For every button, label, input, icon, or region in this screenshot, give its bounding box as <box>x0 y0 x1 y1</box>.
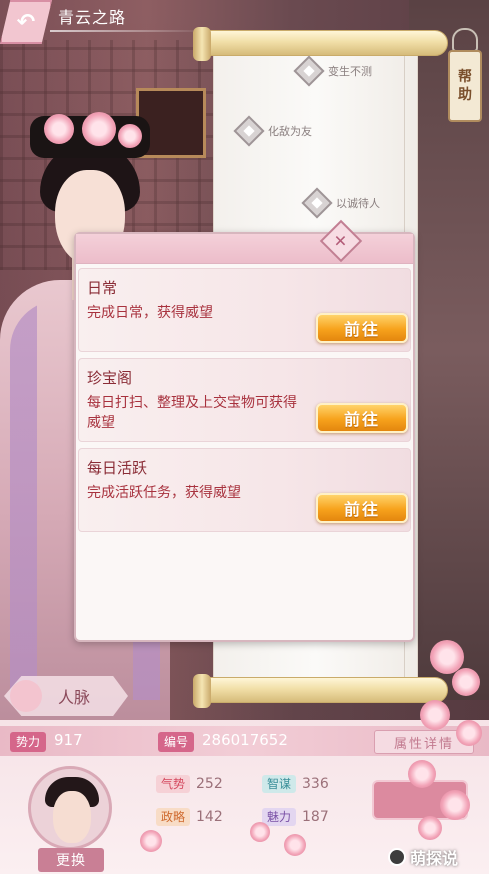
close-button[interactable]: ✕ <box>319 219 363 263</box>
wisdom-icon: 智谋 <box>262 775 297 793</box>
path-node-label: 变生不测 <box>328 65 372 78</box>
task-description: 完成日常，获得威望 <box>87 305 213 321</box>
attribute-wisdom: 智谋 336 <box>262 775 329 793</box>
path-node[interactable]: 变生不测 <box>293 55 372 87</box>
politics-icon: 政略 <box>156 808 191 826</box>
node-diamond-icon <box>301 187 333 219</box>
attribute-charm: 魅力 187 <box>262 808 329 826</box>
node-diamond-icon <box>233 115 265 147</box>
scroll-rod-end <box>193 27 211 61</box>
attribute-politics: 政略 142 <box>156 808 223 826</box>
page-title: 青云之路 <box>58 8 127 27</box>
relations-label: 人脉 <box>58 688 91 707</box>
task-item-daily: 日常 完成日常，获得威望 前往 <box>78 268 411 352</box>
task-item-treasure: 珍宝阁 每日打扫、整理及上交宝物可获得威望 前往 <box>78 358 411 442</box>
blossom-icon <box>250 822 270 842</box>
scroll-rod-top <box>193 27 448 61</box>
attribute-value: 252 <box>196 776 223 792</box>
id-value: 286017652 <box>202 731 288 749</box>
attribute-value: 142 <box>196 809 223 825</box>
scroll-rod-end <box>193 674 211 708</box>
headdress-flower-icon <box>82 112 116 146</box>
blossom-icon <box>284 834 306 856</box>
headdress-flower-icon <box>118 124 142 148</box>
task-title: 日常 <box>87 279 118 297</box>
back-button[interactable]: ↶ <box>0 0 52 44</box>
scroll-rod-bottom <box>193 674 448 708</box>
blossom-icon <box>452 668 480 696</box>
blossom-icon <box>420 700 450 730</box>
task-description: 每日打扫、整理及上交宝物可获得威望 <box>87 395 297 431</box>
path-node[interactable]: 化敌为友 <box>233 115 312 147</box>
path-node-label: 化敌为友 <box>268 125 312 138</box>
help-label-bottom: 助 <box>458 87 472 103</box>
change-avatar-button[interactable]: 更换 <box>38 848 104 872</box>
task-item-activity: 每日活跃 完成活跃任务，获得威望 前往 <box>78 448 411 532</box>
help-button[interactable]: 帮 助 <box>448 50 482 122</box>
attribute-value: 336 <box>302 776 329 792</box>
close-icon: ✕ <box>319 219 363 263</box>
node-diamond-icon <box>293 55 325 87</box>
back-arrow-icon: ↶ <box>16 9 36 35</box>
blossom-icon <box>408 760 436 788</box>
go-button[interactable]: 前往 <box>316 313 408 343</box>
watermark-text: 萌探说 <box>410 849 459 868</box>
avatar[interactable] <box>28 766 112 850</box>
task-title: 珍宝阁 <box>87 369 133 387</box>
momentum-icon: 气势 <box>156 775 191 793</box>
help-label-top: 帮 <box>458 69 472 85</box>
blossom-icon <box>456 720 482 746</box>
blossom-icon <box>418 816 442 840</box>
avatar-face <box>53 791 91 843</box>
power-badge: 势力 <box>10 732 47 752</box>
flower-icon <box>10 680 42 712</box>
attribute-momentum: 气势 252 <box>156 775 223 793</box>
headdress-flower-icon <box>44 114 74 144</box>
watermark-logo-icon <box>388 848 406 866</box>
power-value: 917 <box>54 731 83 749</box>
go-button[interactable]: 前往 <box>316 493 408 523</box>
task-title: 每日活跃 <box>87 459 148 477</box>
go-button[interactable]: 前往 <box>316 403 408 433</box>
popup-header <box>76 234 413 264</box>
task-description: 完成活跃任务，获得威望 <box>87 485 241 501</box>
blossom-icon <box>440 790 470 820</box>
id-badge: 编号 <box>158 732 195 752</box>
title-underline <box>50 30 210 32</box>
bell-icon <box>452 28 478 52</box>
charm-icon: 魅力 <box>262 808 297 826</box>
watermark: 萌探说 <box>388 842 488 872</box>
path-node[interactable]: 以诚待人 <box>301 187 380 219</box>
path-node-label: 以诚待人 <box>336 197 380 210</box>
attribute-value: 187 <box>302 809 329 825</box>
blossom-icon <box>140 830 162 852</box>
